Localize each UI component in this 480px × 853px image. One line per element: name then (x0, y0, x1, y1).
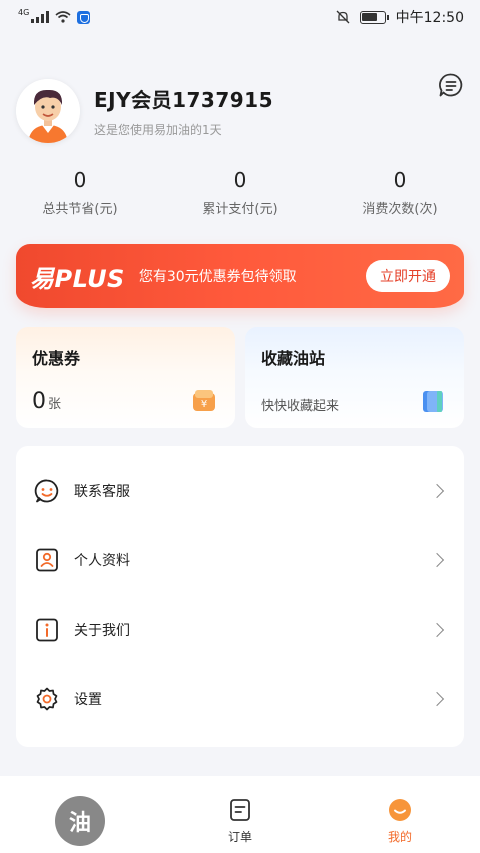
plus-membership-banner[interactable]: 易PLUS 您有30元优惠券包待领取 立即开通 (16, 244, 464, 308)
chevron-right-icon (429, 483, 445, 498)
wifi-icon (55, 11, 71, 23)
customer-service-icon (34, 479, 59, 503)
mute-bell-icon (336, 10, 350, 24)
stat-value: 0 (393, 168, 407, 192)
menu-item-settings[interactable]: 设置 (16, 665, 464, 735)
network-type: 4G (18, 7, 30, 17)
clock: 中午12:50 (395, 10, 464, 26)
stat-label: 累计支付(元) (202, 202, 278, 217)
coupon-card[interactable]: 优惠券 0 张 ¥ (16, 327, 235, 428)
user-name: EJY会员1737915 (94, 88, 273, 112)
bookmark-book-icon (423, 391, 443, 412)
mine-icon (389, 799, 411, 821)
settings-menu: 联系客服 个人资料 关于我们 设置 (16, 446, 464, 747)
favorite-stations-card[interactable]: 收藏油站 快快收藏起来 (245, 327, 464, 428)
stat-total-paid[interactable]: 0 累计支付(元) (160, 168, 320, 217)
profile-header[interactable]: EJY会员1737915 这是您使用易加油的1天 (16, 73, 464, 144)
gear-icon (36, 687, 58, 711)
usage-days-text: 这是您使用易加油的1天 (94, 123, 222, 137)
chevron-right-icon (429, 553, 445, 568)
status-bar: 4G 中午12:50 (0, 0, 480, 34)
tab-label: 订单 (227, 830, 252, 844)
menu-item-profile[interactable]: 个人资料 (16, 526, 464, 596)
tab-label: 我的 (387, 830, 412, 844)
menu-item-label: 关于我们 (74, 622, 130, 639)
menu-item-label: 个人资料 (74, 553, 130, 570)
stat-value: 0 (73, 168, 87, 192)
info-icon (36, 618, 58, 642)
favorite-card-title: 收藏油站 (261, 349, 326, 368)
avatar-illustration-icon (16, 79, 80, 143)
order-icon (230, 799, 250, 821)
plus-promo-text: 您有30元优惠券包待领取 (138, 269, 297, 285)
battery-icon (359, 10, 389, 24)
chevron-right-icon (429, 622, 445, 637)
avatar[interactable] (16, 79, 80, 143)
stat-value: 0 (233, 168, 247, 192)
stat-total-saved[interactable]: 0 总共节省(元) (0, 168, 160, 217)
stats-row: 0 总共节省(元) 0 累计支付(元) 0 消费次数(次) (0, 168, 480, 217)
coupon-unit: 张 (48, 397, 62, 412)
refuel-icon[interactable]: 油 (55, 796, 105, 846)
signal-icon (31, 11, 50, 23)
stat-label: 总共节省(元) (42, 202, 118, 217)
tab-mine[interactable]: 我的 (320, 776, 480, 853)
stat-label: 消费次数(次) (362, 202, 438, 217)
menu-item-label: 设置 (74, 692, 102, 709)
tab-orders[interactable]: 订单 (160, 776, 320, 853)
plus-logo: 易PLUS (30, 264, 125, 293)
menu-item-label: 联系客服 (74, 483, 130, 500)
open-plus-button[interactable]: 立即开通 (366, 260, 450, 292)
stat-consume-count[interactable]: 0 消费次数(次) (320, 168, 480, 217)
coupon-count: 0 (32, 389, 46, 414)
security-app-icon (77, 10, 91, 24)
svg-text:¥: ¥ (201, 399, 207, 410)
profile-card-icon (36, 548, 58, 572)
message-icon[interactable] (438, 72, 464, 98)
menu-item-about[interactable]: 关于我们 (16, 595, 464, 665)
chevron-right-icon (429, 692, 445, 707)
coupon-card-title: 优惠券 (32, 349, 81, 368)
tab-refuel[interactable]: 油 (0, 776, 160, 853)
menu-item-customer-service[interactable]: 联系客服 (16, 456, 464, 526)
favorite-card-desc: 快快收藏起来 (261, 399, 340, 414)
bottom-tab-bar: 油 订单 我的 (0, 776, 480, 853)
coupon-wallet-icon: ¥ (193, 390, 215, 411)
